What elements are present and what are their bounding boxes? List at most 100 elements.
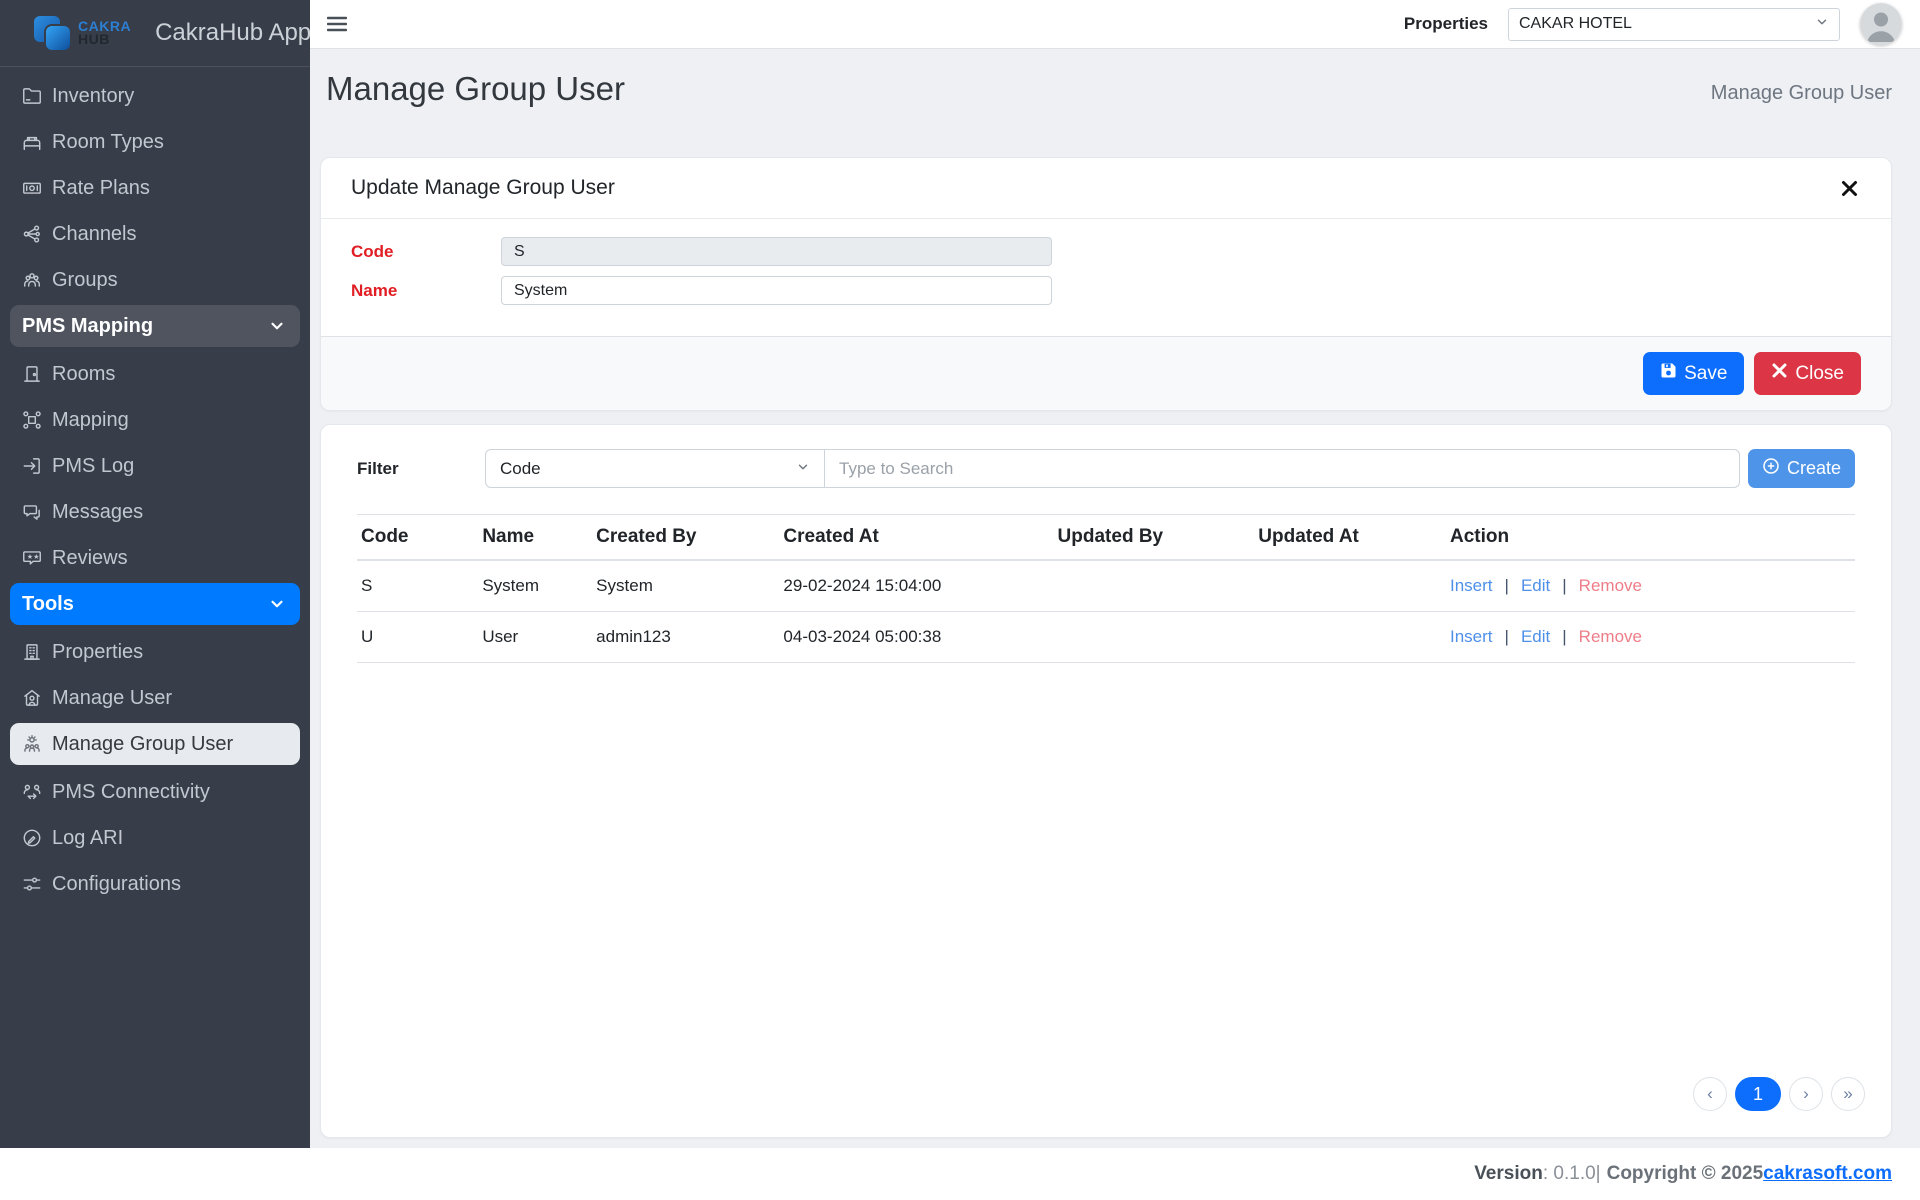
mapping-icon [21,409,43,431]
sidebar-item-manage-user[interactable]: Manage User [0,675,310,721]
footer: Version: 0.1.0 | Copyright © 2025 cakras… [0,1148,1920,1200]
sidebar-item-channels[interactable]: Channels [0,211,310,257]
pagination-prev-button[interactable]: ‹ [1693,1077,1727,1111]
channels-icon [21,223,43,245]
sidebar-item-mapping[interactable]: Mapping [0,397,310,443]
insert-link[interactable]: Insert [1450,627,1493,646]
room-types-icon [21,131,43,153]
update-card-title: Update Manage Group User [351,176,615,200]
sidebar-item-manage-group-user[interactable]: Manage Group User [10,723,300,765]
close-button-label: Close [1795,363,1844,385]
action-separator: | [1505,627,1509,646]
table-row: SSystemSystem29-02-2024 15:04:00Insert|E… [357,560,1855,612]
cell-updated-at [1254,612,1446,663]
insert-link[interactable]: Insert [1450,576,1493,595]
update-card-footer: Save Close [321,336,1891,410]
filter-field-value: Code [500,459,541,479]
list-card: Filter Code Create [320,424,1892,1138]
remove-link[interactable]: Remove [1579,627,1642,646]
sidebar-item-configurations[interactable]: Configurations [0,861,310,907]
sidebar-item-label: Properties [52,641,143,664]
sidebar-item-properties[interactable]: Properties [0,629,310,675]
sidebar-item-label: PMS Mapping [22,315,153,338]
rate-plans-icon [21,177,43,199]
cakrasoft-link[interactable]: cakrasoft.com [1763,1163,1892,1185]
sidebar-item-inventory[interactable]: Inventory [0,73,310,119]
filter-field-select[interactable]: Code [485,449,825,488]
update-card: Update Manage Group User Code Name Save [320,157,1892,411]
cell-updated-by [1054,612,1255,663]
reviews-icon: ★★ [21,547,43,569]
logo-text-bottom: HUB [78,33,131,46]
name-field-row: Name [351,276,1861,305]
app-title: CakraHub App [155,19,311,47]
edit-link[interactable]: Edit [1521,627,1550,646]
action-cell: Insert|Edit|Remove [1446,612,1855,663]
sidebar-item-reviews[interactable]: ★★Reviews [0,535,310,581]
pagination: ‹1›» [321,1077,1891,1137]
pagination-page-button[interactable]: 1 [1735,1077,1781,1111]
sidebar-item-pms-mapping[interactable]: PMS Mapping [10,305,300,347]
remove-link[interactable]: Remove [1579,576,1642,595]
table-header-row: CodeNameCreated ByCreated AtUpdated ByUp… [357,515,1855,561]
sidebar-item-rate-plans[interactable]: Rate Plans [0,165,310,211]
pagination-next-button[interactable]: › [1789,1077,1823,1111]
sidebar-item-log-ari[interactable]: Log ARI [0,815,310,861]
action-separator: | [1505,576,1509,595]
sidebar-item-rooms[interactable]: Rooms [0,351,310,397]
code-label: Code [351,242,501,262]
sidebar: CAKRA HUB CakraHub App InventoryRoom Typ… [0,0,310,1148]
brand: CAKRA HUB CakraHub App [0,0,310,67]
close-panel-icon[interactable] [1837,176,1861,200]
sidebar-item-label: Configurations [52,873,181,896]
property-select-value: CAKAR HOTEL [1519,15,1632,33]
inventory-icon [21,85,43,107]
breadcrumb: Manage Group User [1711,70,1892,105]
filter-label: Filter [357,459,485,479]
sidebar-item-pms-connectivity[interactable]: PMS Connectivity [0,769,310,815]
cell-updated-by [1054,560,1255,612]
property-select[interactable]: CAKAR HOTEL [1508,8,1840,41]
hamburger-menu-icon[interactable] [324,11,350,37]
save-button[interactable]: Save [1643,352,1744,395]
properties-icon [21,641,43,663]
topbar: Properties CAKAR HOTEL [310,0,1920,49]
cell-code: S [357,560,478,612]
action-cell: Insert|Edit|Remove [1446,560,1855,612]
cell-name: System [478,560,592,612]
cell-created-by: System [592,560,779,612]
create-button[interactable]: Create [1748,449,1855,488]
close-button[interactable]: Close [1754,352,1861,395]
name-input[interactable] [501,276,1052,305]
search-input[interactable] [825,449,1740,488]
sidebar-item-label: PMS Connectivity [52,781,210,804]
version-value: : 0.1.0 [1543,1163,1596,1185]
messages-icon [21,501,43,523]
column-header-created-by: Created By [592,515,779,561]
sidebar-item-room-types[interactable]: Room Types [0,119,310,165]
sidebar-item-label: Manage User [52,687,172,710]
code-input [501,237,1052,266]
chevron-down-icon [268,595,286,613]
main-area: Properties CAKAR HOTEL Manage Group User… [310,0,1920,1148]
user-avatar[interactable] [1860,3,1902,45]
sidebar-item-label: Manage Group User [52,733,233,756]
chevron-down-icon [796,459,810,479]
logo-mark-icon [34,14,74,52]
edit-link[interactable]: Edit [1521,576,1550,595]
sidebar-item-pms-log[interactable]: PMS Log [0,443,310,489]
chevron-down-icon [1815,15,1829,34]
save-button-label: Save [1684,363,1727,385]
sidebar-item-label: Channels [52,223,137,246]
pagination-last-button[interactable]: » [1831,1077,1865,1111]
sidebar-item-groups[interactable]: Groups [0,257,310,303]
sidebar-item-messages[interactable]: Messages [0,489,310,535]
manage-group-user-icon [21,733,43,755]
sidebar-item-label: Mapping [52,409,129,432]
sidebar-item-label: Rooms [52,363,115,386]
cell-code: U [357,612,478,663]
sidebar-item-tools[interactable]: Tools [10,583,300,625]
footer-divider: | [1596,1163,1601,1185]
properties-label: Properties [1404,14,1488,34]
cell-updated-at [1254,560,1446,612]
